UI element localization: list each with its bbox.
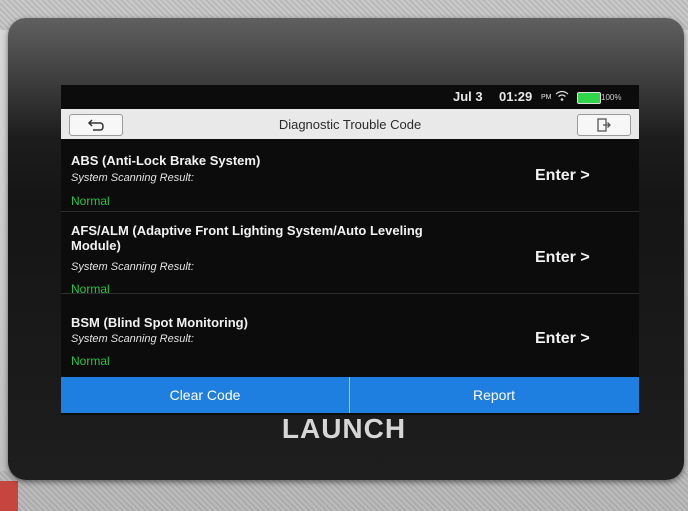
exit-icon — [597, 118, 611, 132]
device-screen: Jul 3 01:29 PM 100% Diagnostic Trouble C… — [61, 85, 639, 415]
wifi-icon — [555, 90, 569, 101]
clear-code-button[interactable]: Clear Code — [61, 377, 350, 413]
enter-button[interactable]: Enter > — [535, 167, 590, 185]
status-time: 01:29 — [499, 89, 533, 104]
battery-icon — [577, 92, 601, 104]
system-name: AFS/ALM (Adaptive Front Lighting System/… — [71, 223, 423, 253]
system-scan-label: System Scanning Result: — [71, 172, 194, 184]
system-name: ABS (Anti-Lock Brake System) — [71, 153, 261, 168]
status-date: Jul 3 — [453, 89, 483, 104]
system-scan-label: System Scanning Result: — [71, 333, 194, 345]
system-scan-label: System Scanning Result: — [71, 261, 194, 273]
action-bar: Clear Code Report — [61, 377, 639, 413]
system-name: BSM (Blind Spot Monitoring) — [71, 315, 248, 330]
system-status: Normal — [71, 354, 110, 368]
enter-button[interactable]: Enter > — [535, 330, 590, 348]
status-ampm: PM — [541, 94, 552, 101]
system-list: ABS (Anti-Lock Brake System) System Scan… — [61, 139, 639, 377]
system-status: Normal — [71, 194, 110, 208]
enter-button[interactable]: Enter > — [535, 249, 590, 267]
red-edge — [0, 481, 18, 511]
system-row-abs[interactable]: ABS (Anti-Lock Brake System) System Scan… — [61, 139, 639, 212]
title-bar: Diagnostic Trouble Code — [61, 109, 639, 139]
system-row-bsm[interactable]: BSM (Blind Spot Monitoring) System Scann… — [61, 293, 639, 377]
brand-logo: LAUNCH — [281, 413, 407, 444]
status-bar: Jul 3 01:29 PM 100% — [61, 85, 639, 109]
system-row-afs-alm[interactable]: AFS/ALM (Adaptive Front Lighting System/… — [61, 211, 639, 296]
battery-percent: 100% — [601, 93, 622, 102]
report-button[interactable]: Report — [350, 377, 638, 413]
exit-button[interactable] — [577, 114, 631, 136]
page-title: Diagnostic Trouble Code — [278, 117, 422, 132]
